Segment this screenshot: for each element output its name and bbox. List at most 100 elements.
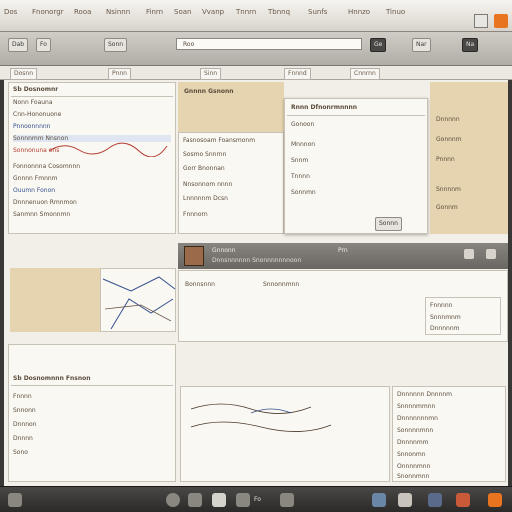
right-panel-row: Dnnnnn [436, 116, 460, 123]
list-item[interactable]: Snnonmn [397, 451, 426, 458]
list-item[interactable]: Snnnnmmnn [397, 403, 435, 410]
menu-item-11[interactable]: Tinuo [384, 6, 407, 18]
list-item[interactable]: Cnn-Hononuone [13, 111, 61, 118]
tab-4[interactable]: Cnnrnn [350, 68, 380, 80]
menu-item-6[interactable]: Vvanp [200, 6, 226, 18]
card-row: Gorr Bnonnan [183, 165, 225, 172]
subpanel-row: Dnnnnnm [430, 325, 460, 332]
document-icon[interactable] [212, 493, 226, 507]
pen-icon[interactable] [236, 493, 250, 507]
tab-3[interactable]: Fnnnd [284, 68, 311, 80]
top-card-header: Gnnnn Gsnonn [178, 82, 284, 132]
tab-2[interactable]: Sinn [200, 68, 222, 80]
avatar [184, 246, 204, 266]
dialog-row: Snnm [291, 157, 309, 164]
list-item[interactable]: Dnnnon [13, 421, 37, 428]
detail-header: Gnnonn Dnnsnnnnnn Snonnnnnnnoon Prn [178, 243, 508, 269]
list-item[interactable]: Pnnoonnnnn [13, 123, 50, 130]
list-item[interactable]: Ouumn Fonon [13, 187, 55, 194]
list-item[interactable]: Fnnnn [13, 393, 32, 400]
menu-item-2[interactable]: Rooa [72, 6, 93, 18]
menu-item-8[interactable]: Tbnnq [266, 6, 292, 18]
expand-icon[interactable] [464, 249, 474, 259]
card-row: Lnnnnnm Dcsn [183, 195, 228, 202]
detail-subpanel: Fnnnnn Snnnmnm Dnnnnnm [425, 297, 501, 335]
detail-subtitle: Dnnsnnnnnn Snonnnnnnnoon [212, 257, 302, 264]
menu-item-1[interactable]: Fnonorgr [30, 6, 66, 18]
list-item[interactable]: Snnonn [13, 407, 36, 414]
list-item[interactable]: Sonnnnmnn [397, 427, 433, 434]
minimize-button[interactable] [474, 14, 488, 28]
card-row: Nnsonnom nnnn [183, 181, 233, 188]
menu-item-4[interactable]: Finrn [144, 6, 165, 18]
address-field[interactable]: Roo [176, 38, 362, 50]
list-item[interactable]: Dnnnenuon Rmnmon [13, 199, 77, 206]
notes-panel [180, 386, 390, 482]
media-icon[interactable] [456, 493, 470, 507]
dialog-button[interactable]: Sonnn [375, 217, 402, 231]
toolbar-button-2[interactable]: Fo [36, 38, 51, 52]
detail-label: Snnonnmnn [263, 281, 300, 288]
collapse-icon[interactable] [486, 249, 496, 259]
toolbar-button-5[interactable]: Nar [412, 38, 431, 52]
detail-title: Gnnonn [212, 247, 236, 254]
detail-panel: Bonnsnnn Snnonnmnn Fnnnnn Snnnmnm Dnnnnn… [178, 270, 508, 342]
card-row: Sosmo Snnrnn [183, 151, 227, 158]
mid-left-tan-box [10, 268, 100, 332]
right-panel-row: Snnnnm [436, 186, 461, 193]
map-graphic [102, 276, 176, 330]
notification-icon[interactable] [488, 493, 502, 507]
record-icon[interactable] [166, 493, 180, 507]
list-item[interactable]: Sanmnn Smonnmn [13, 211, 70, 218]
right-panel-row: Gonnm [436, 204, 458, 211]
dialog-title: Rnnn Dfnonrmnnnn [291, 104, 358, 111]
toolbar-button-1[interactable]: Dab [8, 38, 29, 52]
app-icon[interactable] [8, 493, 22, 507]
menu-item-7[interactable]: Tnnrn [234, 6, 258, 18]
detail-tag: Prn [338, 247, 348, 254]
tab-1[interactable]: Pnnn [108, 68, 131, 80]
menu-item-0[interactable]: Dos [2, 6, 19, 18]
menu-item-3[interactable]: Nsinnn [104, 6, 132, 18]
taskbar-label[interactable]: Fo [254, 496, 261, 503]
card-row: Fasnosoam Foansmonm [183, 137, 256, 144]
settings-icon[interactable] [372, 493, 386, 507]
dialog-row: Mnnnon [291, 141, 316, 148]
menu-item-10[interactable]: Hnnzo [346, 6, 372, 18]
list-item[interactable]: Gnnnn Fmnnm [13, 175, 58, 182]
list-item[interactable]: Dnnnnmm [397, 439, 429, 446]
right-tan-panel: Dnnnnn Gonnnm Pnnnn Snnnnm Gonnm [430, 82, 508, 234]
handwritten-notes [190, 403, 332, 432]
subpanel-row: Snnnmnm [430, 314, 461, 321]
window-icon[interactable] [280, 493, 294, 507]
list-item[interactable]: Nonn Foauna [13, 99, 53, 106]
right-panel-row: Gonnnm [436, 136, 462, 143]
menu-item-9[interactable]: Sunfs [306, 6, 329, 18]
lower-right-panel: Dnnnnnn Dnnnnm Snnnnmmnn Dnnnnnnnmn Sonn… [392, 386, 506, 482]
mail-icon[interactable] [398, 493, 412, 507]
list-item[interactable]: Fonnonnna Cosomnnn [13, 163, 80, 170]
calendar-icon[interactable] [428, 493, 442, 507]
dialog-row: Sonnmn [291, 189, 316, 196]
list-item[interactable]: Snonnmnn [397, 473, 429, 480]
detail-label: Bonnsnnn [185, 281, 215, 288]
left-list-panel: Sb Dosnomnr Nonn Foauna Cnn-Hononuone Pn… [8, 82, 176, 234]
card-row: Fnnnorn [183, 211, 208, 218]
toolbar-button-6[interactable]: Na [462, 38, 479, 52]
list-item[interactable]: Dnnnnnn Dnnnnm [397, 391, 452, 398]
menu-item-5[interactable]: Soan [172, 6, 193, 18]
list-item[interactable]: Dnnnn [13, 435, 33, 442]
folder-icon[interactable] [188, 493, 202, 507]
close-button[interactable] [494, 14, 508, 28]
toolbar-button-4[interactable]: Ge [370, 38, 387, 52]
taskbar: Fo [0, 486, 512, 512]
toolbar-button-3[interactable]: Sonn [104, 38, 128, 52]
list-item[interactable]: Onnnnmnn [397, 463, 430, 470]
tab-0[interactable]: Dosnn [10, 68, 38, 80]
list-item[interactable]: Dnnnnnnnmn [397, 415, 438, 422]
lower-left-header: Sb Dosnomnnn Fnsnon [13, 375, 91, 382]
menu-bar: Dos Fnonorgr Rooa Nsinnn Finrn Soan Vvan… [0, 0, 512, 32]
list-item[interactable]: Sono [13, 449, 28, 456]
subpanel-row: Fnnnnn [430, 302, 453, 309]
right-panel-row: Pnnnn [436, 156, 455, 163]
